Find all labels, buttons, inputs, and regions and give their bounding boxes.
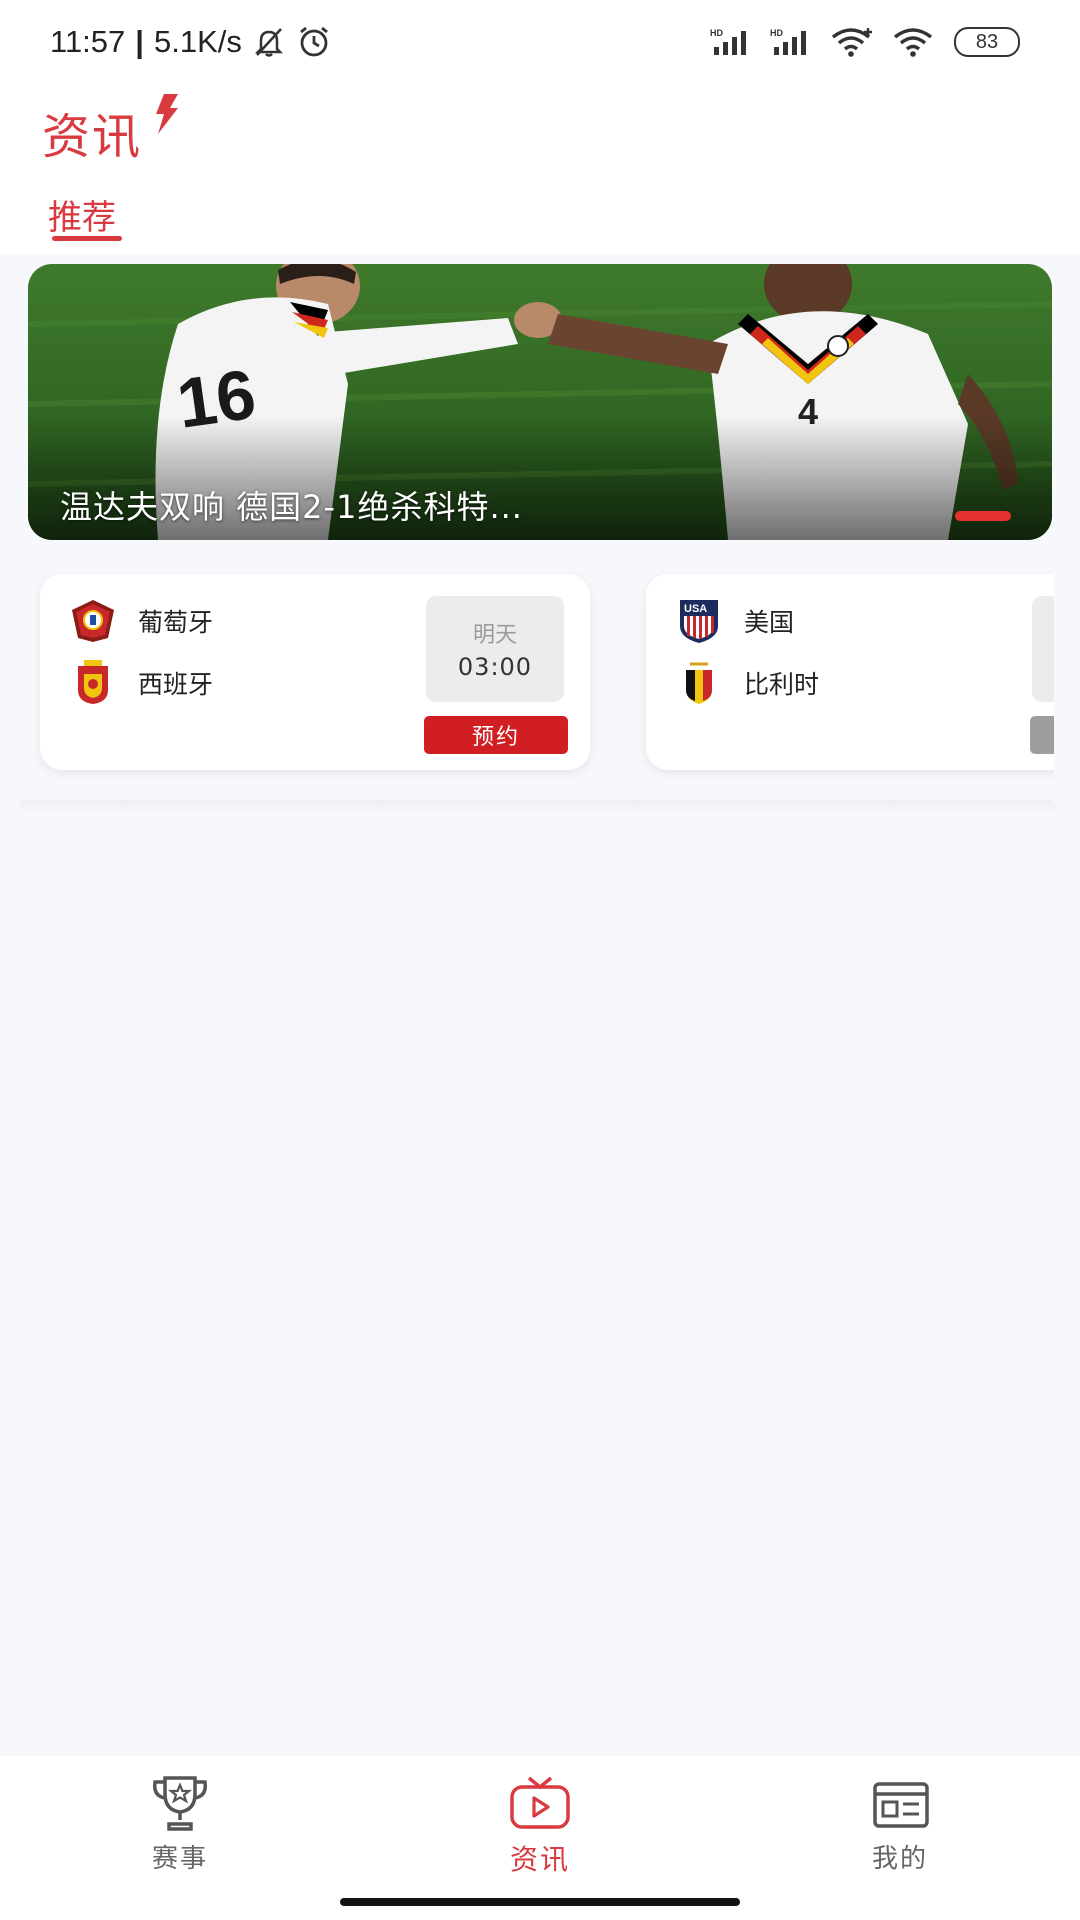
news-card-icon (873, 1782, 929, 1828)
away-team-name: 比利时 (744, 670, 820, 699)
news-banner[interactable]: 16 4 温达夫双响 德国2-1绝杀科特... (28, 264, 1052, 540)
match-card[interactable]: 葡萄牙 西班牙 明天 03:00 预约 (40, 574, 590, 770)
home-team-name: 美国 (744, 608, 795, 637)
home-team-row: 葡萄牙 (70, 596, 213, 646)
home-indicator[interactable] (340, 1898, 740, 1906)
match-card-strip[interactable]: 葡萄牙 西班牙 明天 03:00 预约 USA 美国 比利时 (20, 566, 1054, 796)
match-time-box: 明天 03:00 (426, 596, 564, 702)
match-time: 03:00 (457, 653, 533, 681)
alarm-icon (299, 26, 328, 57)
tab-active-indicator (52, 236, 122, 241)
status-separator: | (135, 24, 144, 59)
section-divider (20, 800, 1056, 812)
home-team-row: USA 美国 (676, 596, 794, 646)
status-right: HD HD 83 (710, 18, 1020, 66)
banner-page-indicator (955, 511, 1011, 521)
nav-label-mine: 我的 (871, 1844, 928, 1874)
match-card[interactable]: USA 美国 比利时 (646, 574, 1054, 770)
signal-hd-icon: HD (710, 28, 746, 55)
belgium-crest-icon (686, 662, 712, 704)
nav-label-news: 资讯 (509, 1843, 570, 1876)
status-bar: 11:57 | 5.1K/s HD HD 83 (0, 0, 1080, 82)
lightning-bolt-icon (156, 94, 178, 134)
signal-hd-icon-2: HD (770, 28, 806, 55)
away-team-row: 比利时 (676, 658, 819, 708)
status-time: 11:57 (50, 24, 126, 59)
reserve-button[interactable]: 预约 (424, 716, 568, 754)
tab-recommended[interactable]: 推荐 (48, 190, 116, 239)
nav-label-events: 赛事 (151, 1844, 208, 1874)
bottom-navigation: 赛事 资讯 我的 (0, 1756, 1080, 1920)
spain-crest-icon (78, 660, 108, 704)
trophy-icon (152, 1776, 208, 1831)
banner-caption: 温达夫双响 德国2-1绝杀科特... (60, 488, 523, 526)
svg-text:USA: USA (684, 603, 707, 615)
page-title: 资讯 (42, 109, 143, 165)
tv-play-icon (510, 1776, 570, 1829)
home-team-name: 葡萄牙 (138, 608, 214, 637)
portugal-crest-icon (72, 600, 114, 642)
battery-level: 83 (975, 30, 999, 53)
svg-text:HD: HD (710, 28, 723, 38)
wifi-icon (893, 28, 933, 57)
usa-crest-icon: USA (680, 600, 718, 643)
away-team-row: 西班牙 (70, 658, 213, 708)
bell-off-icon (254, 28, 283, 57)
match-time-box (1032, 596, 1054, 702)
reserve-button[interactable] (1030, 716, 1054, 754)
away-team-name: 西班牙 (138, 670, 214, 699)
status-network-speed: 5.1K/s (153, 24, 242, 59)
app-header: 资讯 推荐 (0, 82, 1080, 254)
nav-item-events[interactable]: 赛事 (80, 1774, 280, 1884)
nav-item-news[interactable]: 资讯 (440, 1774, 640, 1884)
match-day: 明天 (472, 623, 517, 648)
wifi-plus-icon (831, 28, 872, 57)
svg-text:HD: HD (770, 28, 783, 38)
battery-indicator: 83 (954, 27, 1020, 57)
status-left: 11:57 | 5.1K/s (50, 18, 332, 66)
nav-item-mine[interactable]: 我的 (800, 1774, 1000, 1884)
